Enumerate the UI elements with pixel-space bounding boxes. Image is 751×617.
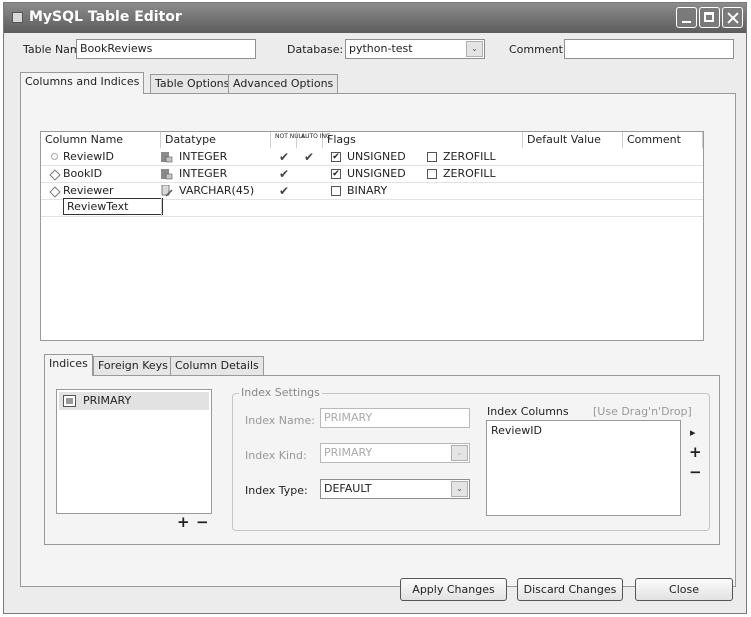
title-bar[interactable]: MySQL Table Editor xyxy=(4,3,746,33)
maximize-button[interactable] xyxy=(699,7,720,28)
datatype-icon xyxy=(161,169,173,180)
index-name: PRIMARY xyxy=(83,394,132,407)
flag-label: ZEROFILL xyxy=(443,167,496,180)
database-select[interactable]: python-test ⌄ xyxy=(345,39,485,59)
not-null-check-icon[interactable]: ✔ xyxy=(279,183,289,199)
chevron-down-icon[interactable]: ⌄ xyxy=(451,481,468,497)
move-column-button[interactable]: ▸ xyxy=(690,425,696,440)
close-button[interactable]: Close xyxy=(635,578,733,601)
index-name-value: PRIMARY xyxy=(324,411,373,424)
row-divider xyxy=(41,216,703,217)
chevron-down-icon[interactable]: ⌄ xyxy=(466,41,483,57)
auto-inc-check-icon[interactable]: ✔ xyxy=(304,149,314,165)
tab-column-details[interactable]: Column Details xyxy=(170,356,264,376)
columns-grid[interactable]: Column Name Datatype NOT NULL AUTO INC F… xyxy=(40,131,704,341)
key-icon xyxy=(51,153,58,160)
index-kind-select[interactable]: PRIMARY ⌄ xyxy=(320,443,470,463)
binary-checkbox[interactable] xyxy=(331,186,341,196)
index-type-label: Index Type: xyxy=(245,484,308,497)
table-row[interactable]: ReviewID INTEGER ✔ ✔ ✔ UNSIGNED ZEROFILL xyxy=(41,149,703,165)
chevron-down-icon[interactable]: ⌄ xyxy=(451,445,468,461)
add-index-button[interactable]: + xyxy=(177,515,190,530)
index-list[interactable]: PRIMARY xyxy=(56,389,212,514)
index-columns-list[interactable]: ReviewID xyxy=(486,420,681,516)
header-flags[interactable]: Flags xyxy=(323,132,523,148)
flag-label: BINARY xyxy=(347,184,388,197)
minimize-button[interactable] xyxy=(676,7,697,28)
apply-changes-button[interactable]: Apply Changes xyxy=(400,578,507,601)
flag-label: UNSIGNED xyxy=(347,167,406,180)
varchar-icon xyxy=(161,185,173,197)
tab-table-options[interactable]: Table Options xyxy=(150,74,235,94)
header-datatype[interactable]: Datatype xyxy=(161,132,271,148)
remove-index-column-button[interactable]: − xyxy=(689,465,702,480)
diamond-icon xyxy=(49,169,61,181)
index-icon xyxy=(63,395,76,407)
column-name-cell: Reviewer xyxy=(63,184,114,197)
index-type-value: DEFAULT xyxy=(324,482,372,495)
table-row[interactable]: BookID INTEGER ✔ ✔ UNSIGNED ZEROFILL xyxy=(41,166,703,182)
flag-label: UNSIGNED xyxy=(347,150,406,163)
index-kind-value: PRIMARY xyxy=(324,446,373,459)
add-index-column-button[interactable]: + xyxy=(689,445,702,460)
index-type-select[interactable]: DEFAULT ⌄ xyxy=(320,479,470,499)
discard-changes-button[interactable]: Discard Changes xyxy=(517,578,623,601)
remove-index-button[interactable]: − xyxy=(196,515,209,530)
flag-label: ZEROFILL xyxy=(443,150,496,163)
datatype-cell: VARCHAR(45) xyxy=(179,184,255,197)
tab-foreign-keys[interactable]: Foreign Keys xyxy=(93,356,173,376)
index-columns-label: Index Columns xyxy=(487,405,569,418)
tab-advanced-options[interactable]: Advanced Options xyxy=(228,74,339,94)
window-title: MySQL Table Editor xyxy=(29,9,182,25)
datatype-icon xyxy=(161,152,173,163)
index-kind-label: Index Kind: xyxy=(245,449,307,462)
index-settings-title: Index Settings xyxy=(239,386,322,399)
zerofill-checkbox[interactable] xyxy=(427,169,437,179)
datatype-cell: INTEGER xyxy=(179,167,228,180)
header-not-null[interactable]: NOT NULL xyxy=(271,132,305,148)
diamond-icon xyxy=(49,186,61,198)
column-name-cell: ReviewID xyxy=(63,150,114,163)
new-column-name-input[interactable]: ReviewText xyxy=(63,198,163,215)
table-name-input[interactable]: BookReviews xyxy=(76,39,256,59)
database-value: python-test xyxy=(349,42,413,55)
column-name-cell: BookID xyxy=(63,167,103,180)
index-name-input[interactable]: PRIMARY xyxy=(320,408,470,428)
header-column-name[interactable]: Column Name xyxy=(41,132,161,148)
list-item[interactable]: PRIMARY xyxy=(59,392,209,410)
not-null-check-icon[interactable]: ✔ xyxy=(279,149,289,165)
comment-input[interactable] xyxy=(564,39,734,59)
drag-hint: [Use Drag'n'Drop] xyxy=(593,405,692,418)
index-name-label: Index Name: xyxy=(245,414,315,427)
not-null-check-icon[interactable]: ✔ xyxy=(279,166,289,182)
table-name-value: BookReviews xyxy=(80,42,153,55)
column-divider xyxy=(161,198,162,216)
tab-columns-and-indices[interactable]: Columns and Indices xyxy=(20,72,145,94)
close-window-button[interactable] xyxy=(722,7,743,28)
datatype-cell: INTEGER xyxy=(179,150,228,163)
database-label: Database: xyxy=(287,43,344,56)
list-item[interactable]: ReviewID xyxy=(491,424,542,437)
zerofill-checkbox[interactable] xyxy=(427,152,437,162)
header-default-value[interactable]: Default Value xyxy=(523,132,623,148)
window-icon[interactable] xyxy=(12,12,23,23)
header-auto-inc[interactable]: AUTO INC xyxy=(297,132,330,148)
table-row[interactable]: Reviewer VARCHAR(45) ✔ BINARY xyxy=(41,183,703,199)
tab-indices[interactable]: Indices xyxy=(44,354,93,376)
comment-label: Comment: xyxy=(509,43,567,56)
header-comment[interactable]: Comment xyxy=(623,132,703,148)
unsigned-checkbox[interactable]: ✔ xyxy=(331,152,341,162)
unsigned-checkbox[interactable]: ✔ xyxy=(331,169,341,179)
